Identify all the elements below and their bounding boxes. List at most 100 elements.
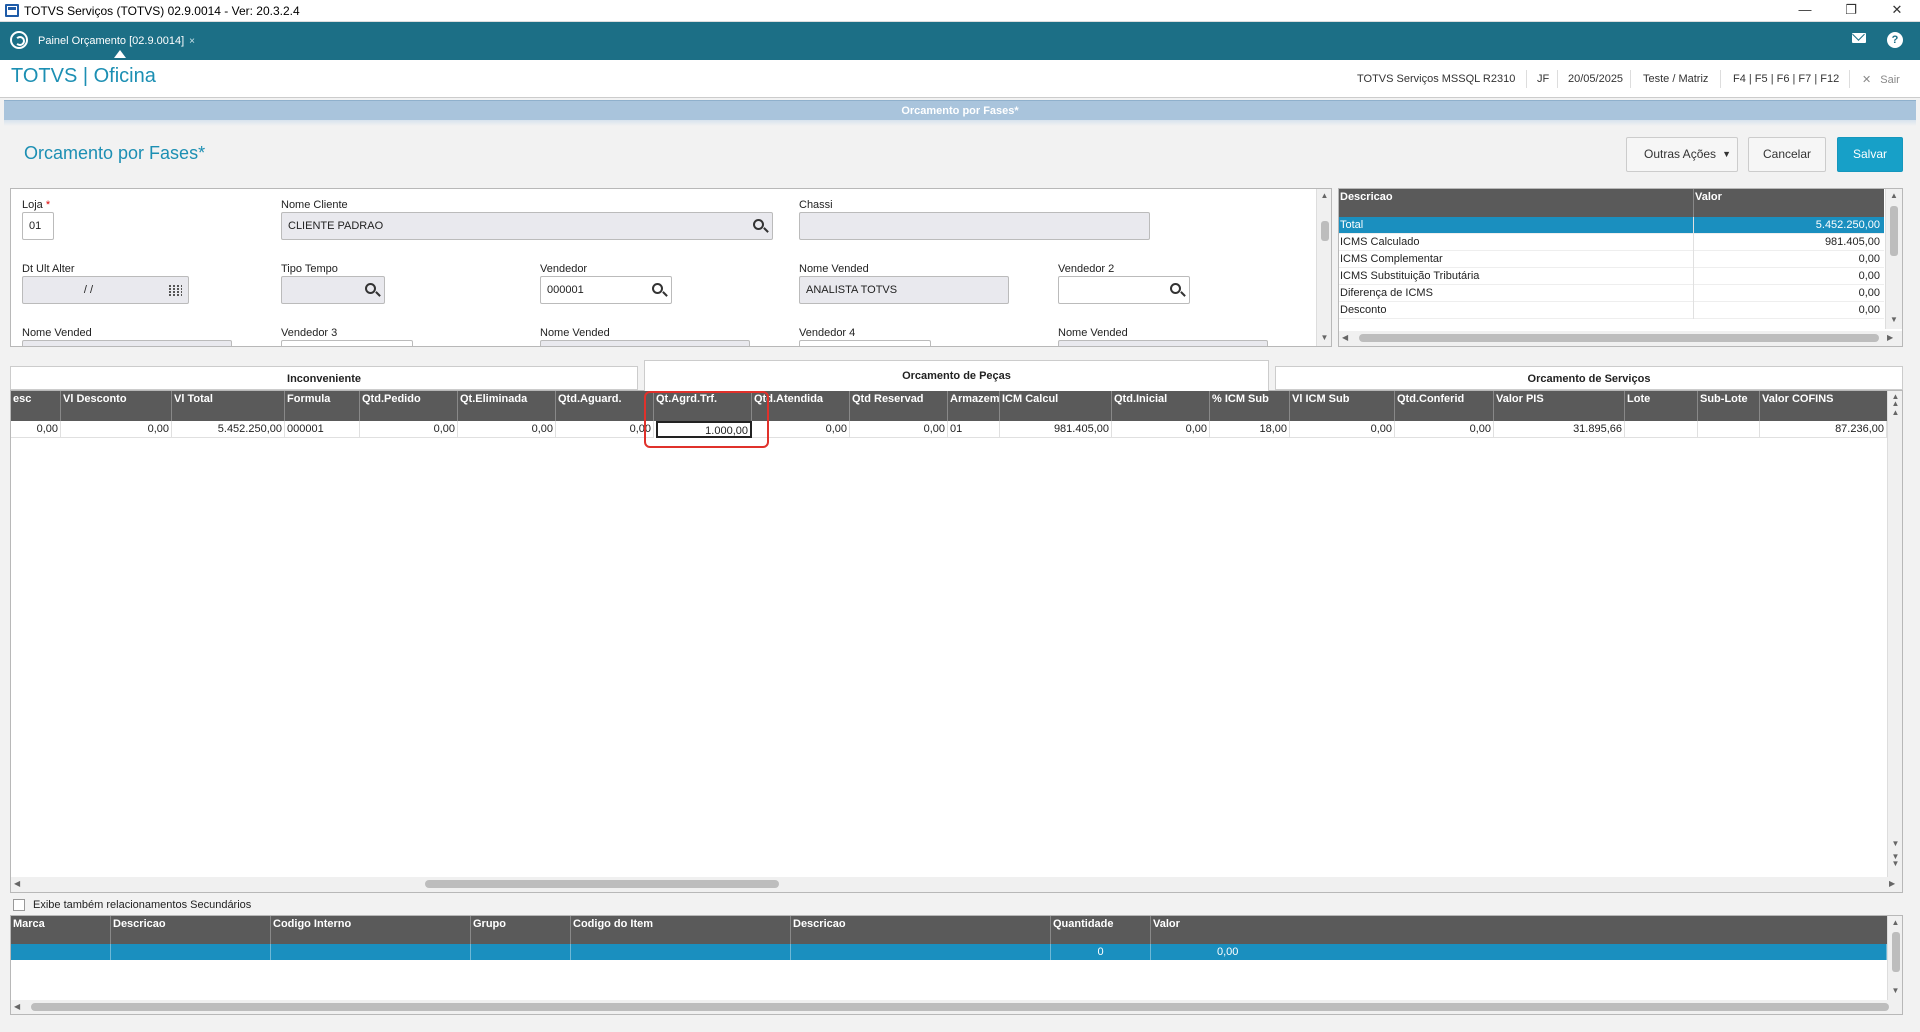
secondary-vertical-scrollbar[interactable]: ▲ ▼ (1887, 916, 1902, 1000)
secondary-col-header[interactable]: Codigo Interno (271, 916, 471, 944)
grid-col-header[interactable]: Valor COFINS (1760, 391, 1887, 421)
grid-cell[interactable]: 0,00 (1290, 421, 1395, 438)
secondary-relations-checkbox[interactable] (13, 899, 25, 911)
grid-cell[interactable]: 0,00 (61, 421, 172, 438)
save-button[interactable]: Salvar (1837, 137, 1903, 172)
scroll-right-icon[interactable]: ▶ (1889, 879, 1895, 888)
scroll-top-icon[interactable]: ▲ ▲ (1888, 393, 1902, 408)
scroll-thumb[interactable] (1890, 206, 1898, 256)
search-icon[interactable] (652, 283, 663, 294)
scroll-left-icon[interactable]: ◀ (14, 1002, 20, 1011)
scroll-up-icon[interactable]: ▲ (1888, 408, 1902, 417)
secondary-col-header[interactable]: Grupo (471, 916, 571, 944)
grid-col-header[interactable]: Qtd Reservad (850, 391, 948, 421)
mail-icon[interactable] (1852, 33, 1866, 43)
secondary-col-header[interactable]: Descricao (791, 916, 1051, 944)
secondary-col-header[interactable]: Marca (11, 916, 111, 944)
summary-row[interactable]: Total 5.452.250,00 (1339, 217, 1884, 234)
grid-cell[interactable]: 0,00 (1395, 421, 1494, 438)
grid-cell[interactable]: 0,00 (850, 421, 948, 438)
grid-cell[interactable]: 0,00 (458, 421, 556, 438)
grid-col-header[interactable]: Vl ICM Sub (1290, 391, 1395, 421)
grid-cell[interactable]: 5.452.250,00 (172, 421, 285, 438)
grid-cell[interactable]: 0,00 (1112, 421, 1210, 438)
vendedor2-field[interactable] (1058, 276, 1190, 304)
tab-orcamento-servicos[interactable]: Orcamento de Serviços (1275, 366, 1903, 390)
secondary-cell[interactable] (111, 944, 271, 960)
grid-col-header[interactable]: esc (11, 391, 61, 421)
grid-col-header[interactable]: Lote (1625, 391, 1698, 421)
loja-field[interactable]: 01 (22, 212, 54, 240)
grid-cell[interactable]: 0,00 (556, 421, 654, 438)
grid-col-header[interactable]: Vl Total (172, 391, 285, 421)
nome-cliente-field[interactable]: CLIENTE PADRAO (281, 212, 773, 240)
calendar-icon[interactable] (169, 285, 182, 296)
vendedor-field[interactable]: 000001 (540, 276, 672, 304)
grid-col-header[interactable]: Vl Desconto (61, 391, 172, 421)
secondary-horizontal-scrollbar[interactable]: ◀ (11, 1000, 1902, 1014)
grid-col-header[interactable]: Qt.Eliminada (458, 391, 556, 421)
nome-vended3-field[interactable] (540, 340, 750, 346)
scroll-down-icon[interactable]: ▼ (1317, 333, 1331, 342)
grid-col-header[interactable]: Qtd.Conferid (1395, 391, 1494, 421)
grid-cell[interactable]: 87.236,00 (1760, 421, 1887, 438)
grid-col-header[interactable]: Qtd.Aguard. (556, 391, 654, 421)
grid-cell[interactable]: 981.405,00 (1000, 421, 1112, 438)
secondary-cell[interactable] (11, 944, 111, 960)
tab-painel-orcamento[interactable]: Painel Orçamento [02.9.0014] × (38, 30, 195, 52)
scroll-up-icon[interactable]: ▲ (1886, 191, 1902, 200)
summary-row[interactable]: ICMS Substituição Tributária 0,00 (1339, 268, 1884, 285)
secondary-cell[interactable]: 0 (1051, 944, 1151, 960)
cancel-button[interactable]: Cancelar (1748, 137, 1826, 172)
close-window-button[interactable]: ✕ (1874, 0, 1920, 22)
chassi-field[interactable] (799, 212, 1150, 240)
scroll-down-icon[interactable]: ▼ (1886, 315, 1902, 324)
grid-cell[interactable]: 01 (948, 421, 1000, 438)
grid-cell[interactable]: 31.895,66 (1494, 421, 1625, 438)
maximize-button[interactable]: ❐ (1828, 0, 1874, 22)
scroll-up-icon[interactable]: ▲ (1317, 191, 1331, 200)
totvs-logo-icon[interactable] (10, 31, 28, 49)
tab-inconveniente[interactable]: Inconveniente (10, 366, 638, 390)
grid-col-header[interactable]: % ICM Sub (1210, 391, 1290, 421)
secondary-col-header[interactable]: Codigo do Item (571, 916, 791, 944)
search-icon[interactable] (365, 283, 376, 294)
nome-vended4-field[interactable] (1058, 340, 1268, 346)
secondary-cell[interactable] (271, 944, 471, 960)
exit-button[interactable]: ✕ Sair (1862, 73, 1900, 86)
grid-col-header[interactable]: Valor PIS (1494, 391, 1625, 421)
grid-cell[interactable]: 0,00 (11, 421, 61, 438)
grid-col-header[interactable]: Qtd.Pedido (360, 391, 458, 421)
secondary-cell[interactable] (571, 944, 791, 960)
secondary-cell[interactable] (471, 944, 571, 960)
scroll-thumb[interactable] (425, 880, 779, 888)
scroll-thumb[interactable] (1359, 334, 1879, 342)
grid-cell[interactable]: 0,00 (360, 421, 458, 438)
summary-row[interactable]: ICMS Complementar 0,00 (1339, 251, 1884, 268)
grid-col-header[interactable]: Formula (285, 391, 360, 421)
tab-orcamento-pecas[interactable]: Orcamento de Peças (644, 360, 1269, 391)
summary-col-descricao[interactable]: Descricao (1340, 191, 1393, 203)
scroll-thumb[interactable] (31, 1003, 1889, 1011)
scroll-down-icon[interactable]: ▼ (1888, 986, 1902, 995)
scroll-left-icon[interactable]: ◀ (14, 879, 20, 888)
summary-horizontal-scrollbar[interactable]: ◀ ▶ (1339, 331, 1902, 346)
secondary-cell[interactable] (791, 944, 1051, 960)
summary-vertical-scrollbar[interactable]: ▲ ▼ (1885, 189, 1902, 329)
search-icon[interactable] (1170, 283, 1181, 294)
other-actions-button[interactable]: Outras Ações ▼ (1626, 137, 1738, 172)
scroll-left-icon[interactable]: ◀ (1342, 333, 1348, 342)
scroll-thumb[interactable] (1892, 932, 1900, 972)
scroll-right-icon[interactable]: ▶ (1887, 333, 1893, 342)
minimize-button[interactable]: — (1782, 0, 1828, 22)
grid-col-header[interactable]: Armazem (948, 391, 1000, 421)
grid-col-header[interactable]: Qtd.Inicial (1112, 391, 1210, 421)
dt-ult-alter-field[interactable]: / / (22, 276, 189, 304)
summary-row[interactable]: ICMS Calculado 981.405,00 (1339, 234, 1884, 251)
vendedor3-field[interactable] (281, 340, 413, 346)
grid-col-header[interactable]: ICM Calcul (1000, 391, 1112, 421)
secondary-cell[interactable]: 0,00 (1151, 944, 1887, 960)
tab-close-icon[interactable]: × (189, 36, 195, 47)
scroll-down-icon[interactable]: ▼ (1888, 839, 1902, 848)
search-icon[interactable] (753, 219, 764, 230)
